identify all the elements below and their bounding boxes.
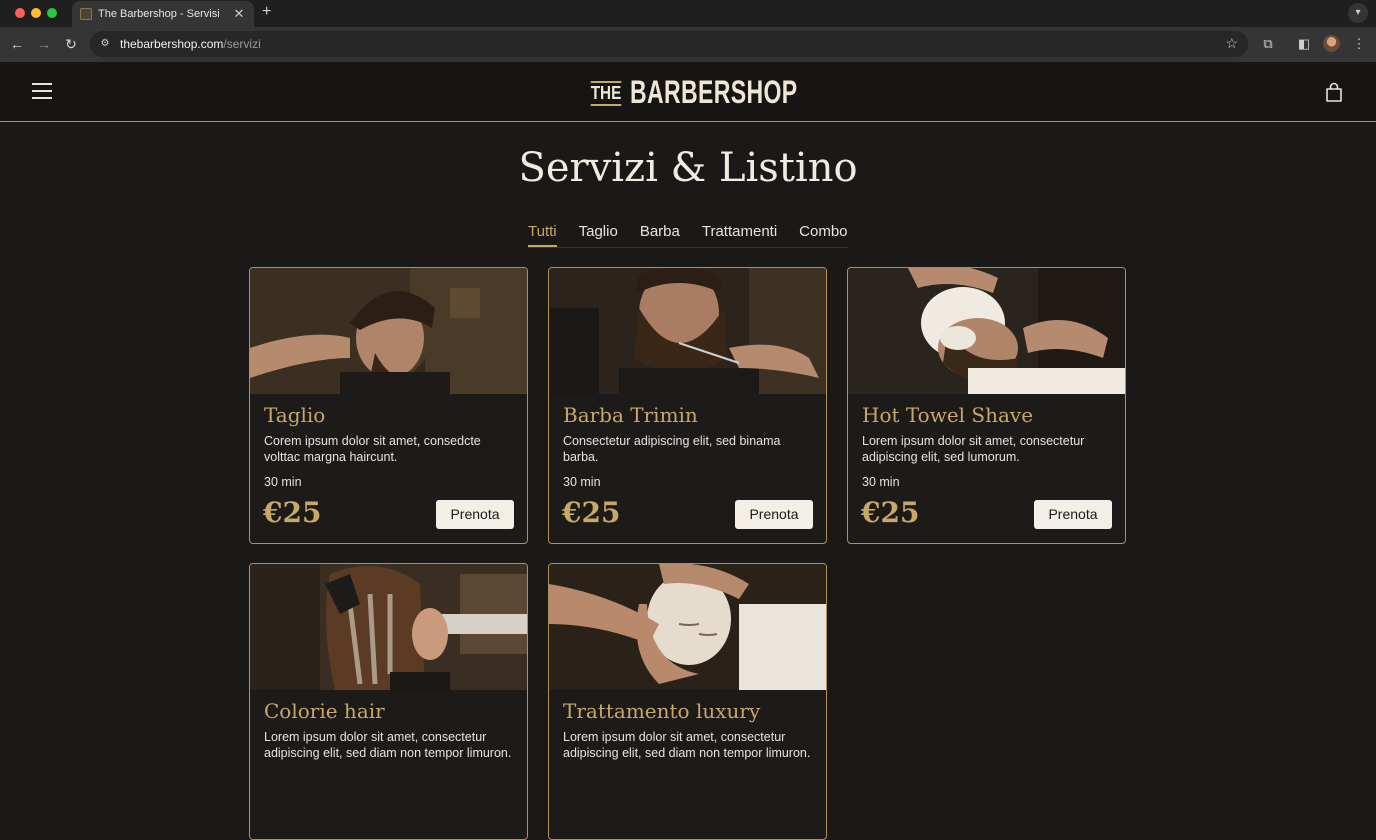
main-content: Servizi & Listino Tutti Taglio Barba Tra… — [0, 123, 1376, 840]
service-title: Trattamento luxury — [563, 699, 761, 723]
page-title: Servizi & Listino — [518, 145, 858, 191]
logo-the-text: THE — [590, 81, 622, 106]
beard-trim-photo — [549, 268, 826, 394]
service-description: Corem ipsum dolor sit amet, consedcte vo… — [264, 434, 481, 464]
favicon-icon — [80, 8, 92, 20]
new-tab-button[interactable]: + — [262, 3, 271, 21]
service-duration: 30 min — [264, 475, 302, 489]
site-logo[interactable]: THE BARBERSHOP — [588, 74, 797, 111]
service-description: Lorem ipsum dolor sit amet, consectetur … — [563, 730, 811, 760]
service-price: €25 — [861, 496, 920, 529]
address-bar[interactable]: ⚙ thebarbershop.com /servizi ☆ — [90, 31, 1248, 57]
service-title: Hot Towel Shave — [862, 403, 1034, 427]
tab-tutti[interactable]: Tutti — [528, 223, 557, 247]
service-duration: 30 min — [862, 475, 900, 489]
service-card: Colorie hair Lorem ipsum dolor sit amet,… — [249, 563, 528, 840]
browser-menu-icon[interactable]: ⋮ — [1350, 36, 1368, 52]
bookmark-star-icon[interactable]: ☆ — [1225, 35, 1238, 52]
browser-tab-bar: The Barbershop - Servisi ✕ + ▾ — [0, 0, 1376, 27]
service-duration: 30 min — [563, 475, 601, 489]
book-button[interactable]: Prenota — [1034, 500, 1112, 529]
browser-tab[interactable]: The Barbershop - Servisi ✕ — [72, 1, 254, 27]
service-title: Taglio — [264, 403, 326, 427]
shopping-bag-icon[interactable] — [1324, 82, 1344, 102]
tab-combo[interactable]: Combo — [799, 223, 847, 247]
url-host: thebarbershop.com — [120, 37, 224, 51]
hamburger-menu-icon[interactable] — [32, 83, 52, 99]
service-description: Consectetur adipiscing elit, sed binama … — [563, 434, 781, 464]
haircut-photo — [250, 268, 527, 394]
service-price: €25 — [263, 496, 322, 529]
hot-towel-shave-photo — [848, 268, 1125, 394]
reload-icon[interactable]: ↻ — [62, 36, 80, 53]
service-price: €25 — [562, 496, 621, 529]
service-title: Colorie hair — [264, 699, 385, 723]
back-icon[interactable]: ← — [8, 36, 26, 52]
maximize-window-button[interactable] — [47, 8, 57, 18]
service-card: Hot Towel Shave Lorem ipsum dolor sit am… — [847, 267, 1126, 544]
service-card: Trattamento luxury Lorem ipsum dolor sit… — [548, 563, 827, 840]
side-panel-icon[interactable]: ◧ — [1295, 36, 1313, 52]
tab-search-icon[interactable]: ▾ — [1348, 3, 1368, 23]
url-path: /servizi — [223, 37, 261, 51]
luxury-treatment-photo — [549, 564, 826, 690]
book-button[interactable]: Prenota — [735, 500, 813, 529]
site-header: THE BARBERSHOP — [0, 62, 1376, 122]
tab-title: The Barbershop - Servisi — [98, 8, 220, 20]
service-description: Lorem ipsum dolor sit amet, consectetur … — [862, 434, 1085, 464]
tab-trattamenti[interactable]: Trattamenti — [702, 223, 777, 247]
extensions-icon[interactable]: ⧉ — [1259, 36, 1277, 52]
service-card: Taglio Corem ipsum dolor sit amet, conse… — [249, 267, 528, 544]
site-settings-icon[interactable]: ⚙ — [98, 37, 112, 51]
browser-toolbar: ← → ↻ ⚙ thebarbershop.com /servizi ☆ ⧉ ◧… — [0, 27, 1376, 62]
minimize-window-button[interactable] — [31, 8, 41, 18]
hair-color-photo — [250, 564, 527, 690]
tab-barba[interactable]: Barba — [640, 223, 680, 247]
service-filter-tabs: Tutti Taglio Barba Trattamenti Combo — [528, 223, 848, 248]
tab-taglio[interactable]: Taglio — [579, 223, 618, 247]
logo-main-text: BARBERSHOP — [630, 74, 798, 110]
tab-close-icon[interactable]: ✕ — [232, 6, 246, 22]
service-title: Barba Trimin — [563, 403, 698, 427]
forward-icon[interactable]: → — [35, 36, 53, 52]
service-card: Barba Trimin Consectetur adipiscing elit… — [548, 267, 827, 544]
profile-avatar[interactable] — [1323, 35, 1340, 52]
close-window-button[interactable] — [15, 8, 25, 18]
book-button[interactable]: Prenota — [436, 500, 514, 529]
service-description: Lorem ipsum dolor sit amet, consectetur … — [264, 730, 512, 760]
